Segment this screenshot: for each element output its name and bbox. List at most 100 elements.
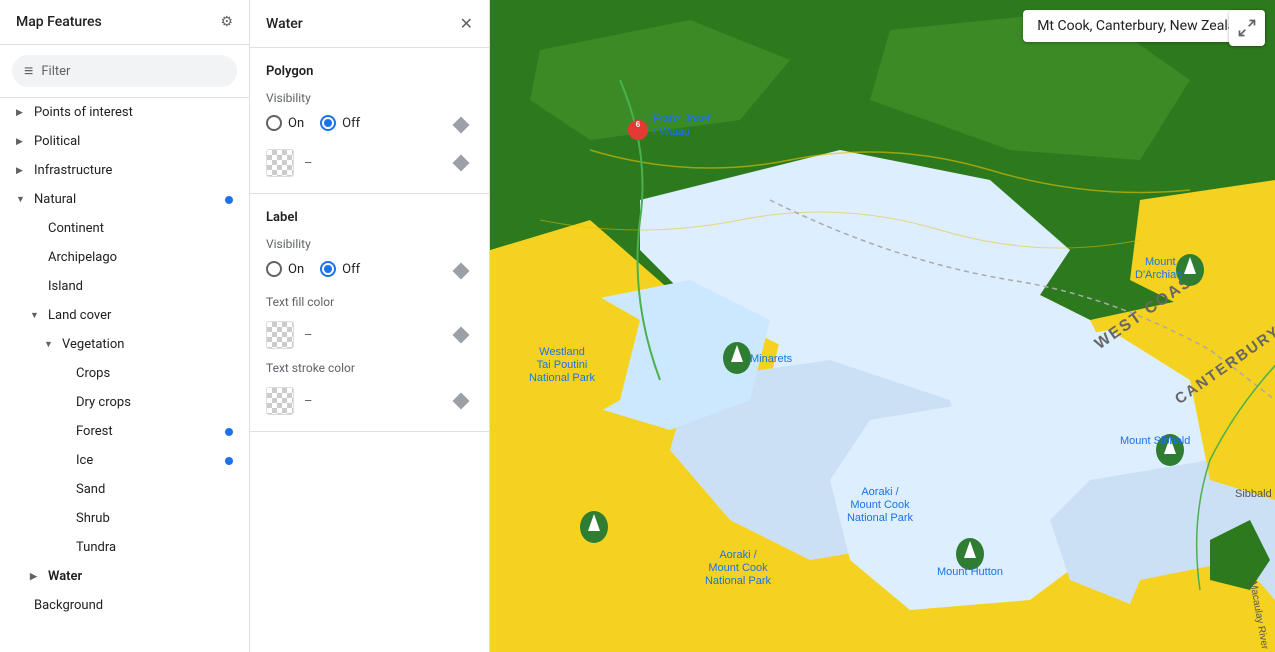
nav-item-label: Infrastructure xyxy=(34,163,112,178)
sidebar-item-sand[interactable]: Sand xyxy=(0,475,249,504)
svg-text:Tai Poutini: Tai Poutini xyxy=(537,359,588,371)
polygon-on-label: On xyxy=(288,116,304,131)
sidebar-item-crops[interactable]: Crops xyxy=(0,359,249,388)
text-fill-color-diamond[interactable] xyxy=(449,323,473,347)
label-off-option[interactable]: Off xyxy=(320,261,360,277)
chevron-icon: ▶ xyxy=(16,166,28,176)
svg-text:Franz Josef: Franz Josef xyxy=(653,113,711,125)
label-visibility-diamond[interactable] xyxy=(449,259,473,283)
sidebar-item-shrub[interactable]: Shrub xyxy=(0,504,249,533)
svg-text:Mount Cook: Mount Cook xyxy=(850,499,910,511)
chevron-icon: ▶ xyxy=(30,572,42,582)
nav-item-label: Forest xyxy=(76,424,113,439)
text-stroke-color-value: – xyxy=(304,394,439,409)
chevron-icon: ▶ xyxy=(16,137,28,147)
polygon-on-option[interactable]: On xyxy=(266,115,304,131)
polygon-fill-color-value: – xyxy=(304,156,439,171)
svg-text:Mount Cook: Mount Cook xyxy=(708,562,768,574)
nav-item-label: Shrub xyxy=(76,511,110,526)
text-fill-color-row: – xyxy=(266,321,473,349)
sidebar-item-tundra[interactable]: Tundra xyxy=(0,533,249,562)
svg-text:Mount: Mount xyxy=(1145,256,1176,268)
sidebar-item-poi[interactable]: ▶ Points of interest xyxy=(0,98,249,127)
text-fill-color-value: – xyxy=(304,328,439,343)
expand-icon xyxy=(1237,18,1257,38)
svg-text:/ Waiau: / Waiau xyxy=(653,126,690,138)
sidebar-item-forest[interactable]: Forest xyxy=(0,417,249,446)
detail-panel: Water ✕ Polygon Visibility On Off xyxy=(250,0,490,652)
sidebar: Map Features ⚙ ≡ Filter ▶ Points of inter… xyxy=(0,0,250,652)
label-on-option[interactable]: On xyxy=(266,261,304,277)
location-text: Mt Cook, Canterbury, New Zealand xyxy=(1037,18,1251,34)
polygon-visibility-label: Visibility xyxy=(266,91,473,105)
polygon-visibility-row: On Off xyxy=(266,115,360,131)
label-on-label: On xyxy=(288,262,304,277)
text-fill-color-label: Text fill color xyxy=(266,295,473,309)
sidebar-header: Map Features ⚙ xyxy=(0,0,249,45)
polygon-off-radio[interactable] xyxy=(320,115,336,131)
chevron-icon: ▼ xyxy=(30,310,42,321)
sidebar-item-ice[interactable]: Ice xyxy=(0,446,249,475)
gear-icon[interactable]: ⚙ xyxy=(220,14,233,30)
label-on-radio[interactable] xyxy=(266,261,282,277)
sidebar-item-island[interactable]: Island xyxy=(0,272,249,301)
polygon-off-option[interactable]: Off xyxy=(320,115,360,131)
detail-title: Water xyxy=(266,16,303,32)
sidebar-item-natural[interactable]: ▼ Natural xyxy=(0,185,249,214)
svg-text:Mount Hutton: Mount Hutton xyxy=(937,566,1003,578)
nav-item-label: Water xyxy=(48,569,82,584)
sidebar-item-vegetation[interactable]: ▼ Vegetation xyxy=(0,330,249,359)
nav-item-label: Points of interest xyxy=(34,105,133,120)
polygon-visibility-diamond[interactable] xyxy=(449,113,473,137)
svg-text:Sibbald: Sibbald xyxy=(1235,488,1272,500)
modified-dot xyxy=(225,428,233,436)
svg-text:Minarets: Minarets xyxy=(750,353,793,365)
nav-item-label: Natural xyxy=(34,192,76,207)
sidebar-item-political[interactable]: ▶ Political xyxy=(0,127,249,156)
polygon-fill-color-diamond[interactable] xyxy=(449,151,473,175)
polygon-off-label: Off xyxy=(342,116,360,131)
label-off-radio[interactable] xyxy=(320,261,336,277)
modified-dot xyxy=(225,457,233,465)
svg-text:Aoraki /: Aoraki / xyxy=(861,486,899,498)
detail-header: Water ✕ xyxy=(250,0,489,48)
sidebar-item-water[interactable]: ▶ Water xyxy=(0,562,249,591)
nav-item-label: Sand xyxy=(76,482,105,497)
map-area: WEST COAST CANTERBURY WEST COAST CANTERB… xyxy=(490,0,1275,652)
sidebar-item-continent[interactable]: Continent xyxy=(0,214,249,243)
nav-item-label: Background xyxy=(34,598,103,613)
svg-text:National Park: National Park xyxy=(847,512,914,524)
sidebar-item-archipelago[interactable]: Archipelago xyxy=(0,243,249,272)
map-svg: WEST COAST CANTERBURY WEST COAST CANTERB… xyxy=(490,0,1275,652)
close-icon[interactable]: ✕ xyxy=(460,14,473,33)
label-visibility-row: On Off xyxy=(266,261,360,277)
chevron-icon: ▼ xyxy=(44,339,56,350)
text-stroke-color-diamond[interactable] xyxy=(449,389,473,413)
expand-button[interactable] xyxy=(1229,10,1265,46)
nav-item-label: Island xyxy=(48,279,83,294)
chevron-icon: ▶ xyxy=(16,108,28,118)
label-off-label: Off xyxy=(342,262,360,277)
polygon-fill-color-swatch[interactable] xyxy=(266,149,294,177)
text-fill-color-swatch[interactable] xyxy=(266,321,294,349)
svg-text:Aoraki /: Aoraki / xyxy=(719,549,757,561)
nav-item-label: Political xyxy=(34,134,80,149)
label-visibility-label: Visibility xyxy=(266,237,473,251)
chevron-icon: ▼ xyxy=(16,194,28,205)
sidebar-item-drycrops[interactable]: Dry crops xyxy=(0,388,249,417)
svg-text:D'Archiac: D'Archiac xyxy=(1135,269,1182,281)
sidebar-item-background[interactable]: Background xyxy=(0,591,249,620)
svg-text:Mount Sibbald: Mount Sibbald xyxy=(1120,435,1190,447)
polygon-on-radio[interactable] xyxy=(266,115,282,131)
sidebar-item-landcover[interactable]: ▼Land cover xyxy=(0,301,249,330)
nav-item-label: Vegetation xyxy=(62,337,124,352)
filter-label: Filter xyxy=(41,64,70,79)
nav-item-label: Ice xyxy=(76,453,93,468)
svg-text:National Park: National Park xyxy=(705,575,772,587)
text-stroke-color-swatch[interactable] xyxy=(266,387,294,415)
sidebar-item-infrastructure[interactable]: ▶ Infrastructure xyxy=(0,156,249,185)
svg-text:Westland: Westland xyxy=(539,346,585,358)
polygon-section: Polygon Visibility On Off – xyxy=(250,48,489,194)
filter-input-container[interactable]: ≡ Filter xyxy=(12,55,237,87)
svg-text:National Park: National Park xyxy=(529,372,596,384)
